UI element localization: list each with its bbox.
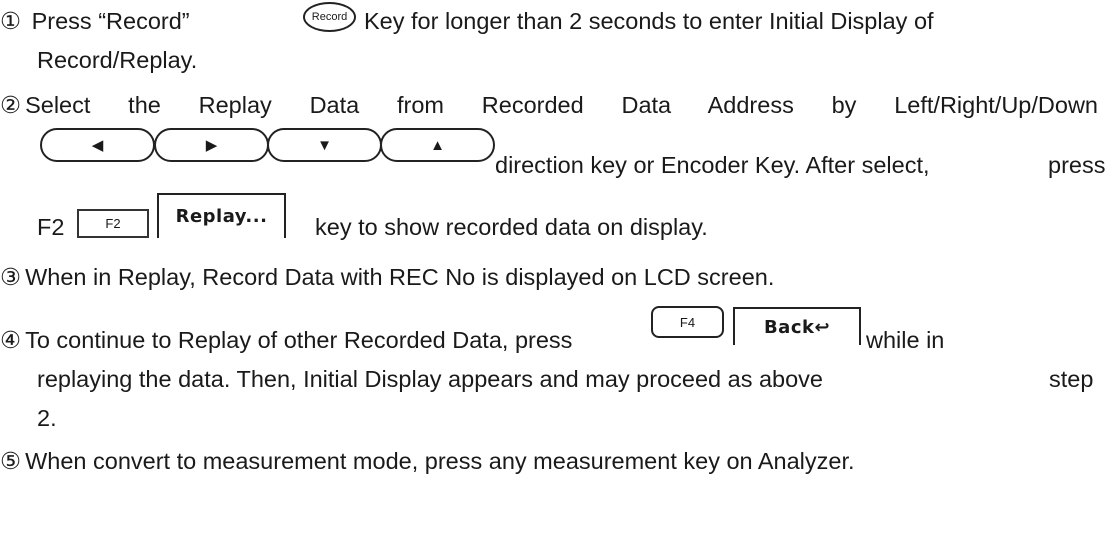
left-arrow-glyph: ◀ bbox=[91, 137, 104, 154]
step-2-continuation-a: direction key or Encoder Key. After sele… bbox=[495, 152, 930, 178]
step-2-continuation-b: key to show recorded data on display. bbox=[315, 214, 708, 240]
right-arrow-key-icon: ▶ bbox=[154, 128, 269, 162]
right-arrow-glyph: ▶ bbox=[205, 137, 218, 154]
step-1-text-before: Press “Record” bbox=[31, 8, 190, 34]
step-4-line-3: 2. bbox=[37, 403, 57, 433]
step-4-marker: ④ bbox=[0, 327, 22, 353]
step-1-continuation: Record/Replay. bbox=[37, 47, 198, 73]
step-5-marker: ⑤ bbox=[0, 448, 22, 474]
left-arrow-key-icon: ◀ bbox=[40, 128, 155, 162]
replay-softkey-label: Replay... bbox=[175, 206, 268, 227]
f2-key-icon: F2 bbox=[77, 209, 149, 238]
record-key-icon: Record bbox=[303, 2, 356, 32]
back-softkey-icon: Back↩ bbox=[733, 307, 861, 345]
step-4-continuation-a: replaying the data. Then, Initial Displa… bbox=[37, 366, 823, 392]
step-2-f2-prefix: F2 bbox=[37, 214, 65, 240]
step-4-text-after: while in bbox=[866, 327, 945, 353]
up-arrow-glyph: ▲ bbox=[430, 136, 445, 154]
step-4-text-after-line: while in bbox=[866, 325, 944, 355]
step-1-line-1: ① Press “Record” bbox=[0, 6, 190, 36]
step-5-line: ⑤ When convert to measurement mode, press… bbox=[0, 446, 855, 476]
down-arrow-glyph: ▼ bbox=[317, 136, 332, 154]
step-2-marker: ② bbox=[0, 92, 22, 118]
step-3-text: When in Replay, Record Data with REC No … bbox=[25, 264, 775, 290]
step-2-line-1: ② Select the Replay Data from Recorded Da… bbox=[0, 90, 1098, 120]
step-4-line-2: replaying the data. Then, Initial Displa… bbox=[37, 364, 823, 394]
step-2-line-3: key to show recorded data on display. bbox=[315, 212, 708, 242]
step-3-marker: ③ bbox=[0, 264, 22, 290]
step-4-text-before: To continue to Replay of other Recorded … bbox=[25, 327, 573, 353]
step-2-line-2: direction key or Encoder Key. After sele… bbox=[495, 150, 930, 180]
step-2-line-3-prefix: F2 bbox=[37, 212, 64, 242]
step-2-continuation-a-end: press bbox=[1048, 152, 1106, 178]
step-1-text-after-line: Key for longer than 2 seconds to enter I… bbox=[364, 6, 934, 36]
step-4-line-2-end: step bbox=[1049, 364, 1093, 394]
step-2-line-2-end: press bbox=[1048, 150, 1105, 180]
up-arrow-key-icon: ▲ bbox=[380, 128, 495, 162]
f4-key-label: F4 bbox=[679, 314, 696, 330]
replay-softkey-icon: Replay... bbox=[157, 193, 286, 238]
step-1-marker: ① bbox=[0, 8, 22, 34]
back-softkey-label: Back↩ bbox=[763, 316, 831, 338]
step-1-text-after: Key for longer than 2 seconds to enter I… bbox=[364, 8, 934, 34]
step-4-continuation-b: 2. bbox=[37, 405, 57, 431]
f2-key-label: F2 bbox=[105, 216, 121, 231]
record-key-label: Record bbox=[311, 11, 348, 23]
step-5-text: When convert to measurement mode, press … bbox=[25, 448, 855, 474]
down-arrow-key-icon: ▼ bbox=[267, 128, 382, 162]
f4-key-icon: F4 bbox=[651, 306, 724, 338]
step-4-continuation-a-end: step bbox=[1049, 366, 1094, 392]
step-1-line-2: Record/Replay. bbox=[37, 45, 197, 75]
step-4-line-1: ④ To continue to Replay of other Recorded… bbox=[0, 325, 572, 355]
step-3-line: ③ When in Replay, Record Data with REC No… bbox=[0, 262, 774, 292]
step-2-text: Select the Replay Data from Recorded Dat… bbox=[25, 92, 1098, 118]
